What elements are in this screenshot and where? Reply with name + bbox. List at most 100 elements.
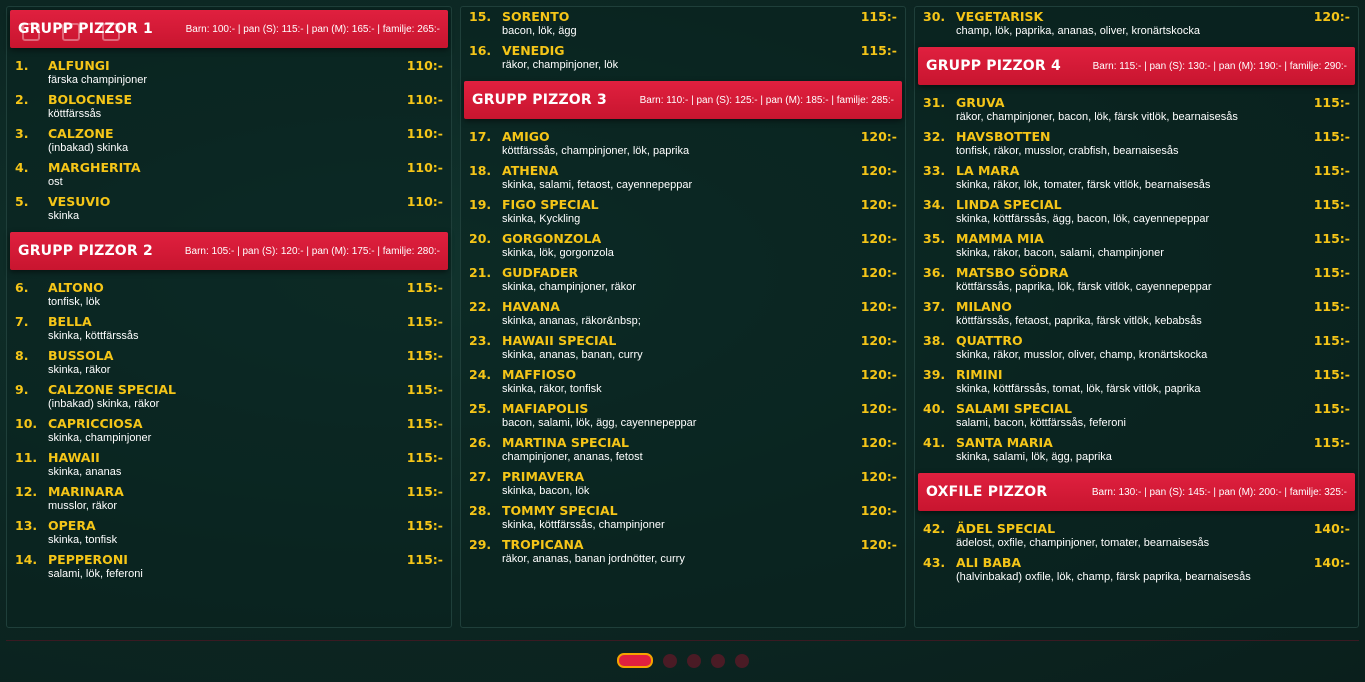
item-ingredients: skinka, räkor, tonfisk [502,383,602,395]
menu-item[interactable]: 43. ALI BABA (halvinbakad) oxfile, lök, ch… [915,553,1358,587]
item-number: 37. [923,299,946,314]
menu-item[interactable]: 37. MILANO köttfärssås, fetaost, paprika, … [915,297,1358,331]
item-name: FIGO SPECIAL [502,197,599,212]
add-icon[interactable] [22,23,40,41]
page-dot[interactable] [616,653,653,668]
menu-item[interactable]: 36. MATSBO SÖDRA köttfärssås, paprika, lök… [915,263,1358,297]
menu-item[interactable]: 7. BELLA skinka, köttfärssås 115:- [7,312,451,346]
footer-divider [6,640,1359,641]
menu-item[interactable]: 20. GORGONZOLA skinka, lök, gorgonzola 120:… [461,229,905,263]
menu-item[interactable]: 35. MAMMA MIA skinka, räkor, bacon, salami… [915,229,1358,263]
menu-item[interactable]: 22. HAVANA skinka, ananas, räkor&nbsp; 120:… [461,297,905,331]
section-size-prices: Barn: 105:- | pan (S): 120:- | pan (M): … [184,245,440,257]
menu-item[interactable]: 17. AMIGO köttfärssås, champinjoner, lök, … [461,127,905,161]
item-price: 120:- [860,435,897,450]
item-ingredients: skinka, Kyckling [502,213,581,225]
item-name: MAFFIOSO [502,367,577,382]
menu-item[interactable]: 42. ÄDEL SPECIAL ädelost, oxfile, champinj… [915,519,1358,553]
item-number: 25. [469,401,492,416]
menu-item[interactable]: 10. CAPRICCIOSA skinka, champinjoner 115:- [7,414,451,448]
menu-item[interactable]: 1. ALFUNGI färska champinjoner 110:- [7,56,451,90]
page-dot[interactable] [734,653,749,668]
page-dot[interactable] [662,653,677,668]
menu-item[interactable]: 38. QUATTRO skinka, räkor, musslor, oliver… [915,331,1358,365]
menu-item[interactable]: 28. TOMMY SPECIAL skinka, köttfärssås, cha… [461,501,905,535]
menu-item[interactable]: 24. MAFFIOSO skinka, räkor, tonfisk 120:- [461,365,905,399]
menu-item[interactable]: 19. FIGO SPECIAL skinka, Kyckling 120:- [461,195,905,229]
menu-item[interactable]: 26. MARTINA SPECIAL champinjoner, ananas, … [461,433,905,467]
menu-board: GRUPP PIZZOR 1 Barn: 100:- | pan (S): 115… [0,0,1365,682]
item-ingredients: köttfärssås, champinjoner, lök, paprika [502,145,690,157]
menu-item[interactable]: 8. BUSSOLA skinka, räkor 115:- [7,346,451,380]
item-name: LINDA SPECIAL [956,197,1062,212]
item-ingredients: skinka, köttfärssås, tomat, lök, färsk v… [956,383,1201,395]
menu-item[interactable]: 16. VENEDIG räkor, champinjoner, lök 115:- [461,41,905,75]
menu-item[interactable]: 34. LINDA SPECIAL skinka, köttfärssås, ägg… [915,195,1358,229]
item-price: 110:- [406,92,443,107]
menu-item[interactable]: 23. HAWAII SPECIAL skinka, ananas, banan, … [461,331,905,365]
menu-item[interactable]: 9. CALZONE SPECIAL (inbakad) skinka, räkor… [7,380,451,414]
menu-item[interactable]: 12. MARINARA musslor, räkor 115:- [7,482,451,516]
item-name: AMIGO [502,129,550,144]
overlay-controls[interactable] [22,23,120,41]
item-price: 120:- [860,503,897,518]
pause-icon[interactable] [62,23,80,41]
item-name: HAWAII [48,450,100,465]
item-ingredients: ost [48,176,63,188]
menu-item[interactable]: 11. HAWAII skinka, ananas 115:- [7,448,451,482]
menu-item[interactable]: 2. BOLOCNESE köttfärssås 110:- [7,90,451,124]
menu-item[interactable]: 27. PRIMAVERA skinka, bacon, lök 120:- [461,467,905,501]
item-ingredients: bacon, salami, lök, ägg, cayennepeppar [502,417,697,429]
page-dot[interactable] [686,653,701,668]
menu-item[interactable]: 4. MARGHERITA ost 110:- [7,158,451,192]
item-price: 120:- [860,469,897,484]
menu-item[interactable]: 5. VESUVIO skinka 110:- [7,192,451,226]
item-price: 120:- [1313,9,1350,24]
menu-item[interactable]: 33. LA MARA skinka, räkor, lök, tomater, f… [915,161,1358,195]
page-dot[interactable] [710,653,725,668]
item-name: GRUVA [956,95,1005,110]
expand-icon[interactable] [102,23,120,41]
menu-item[interactable]: 39. RIMINI skinka, köttfärssås, tomat, lök… [915,365,1358,399]
menu-item[interactable]: 15. SORENTO bacon, lök, ägg 115:- [461,7,905,41]
menu-item[interactable]: 25. MAFIAPOLIS bacon, salami, lök, ägg, ca… [461,399,905,433]
item-ingredients: skinka, bacon, lök [502,485,590,497]
item-name: HAVANA [502,299,560,314]
item-ingredients: champinjoner, ananas, fetost [502,451,643,463]
item-name: VENEDIG [502,43,565,58]
item-ingredients: salami, bacon, köttfärssås, feferoni [956,417,1126,429]
menu-item[interactable]: 40. SALAMI SPECIAL salami, bacon, köttfärs… [915,399,1358,433]
menu-item[interactable]: 6. ALTONO tonfisk, lök 115:- [7,278,451,312]
item-number: 1. [15,58,29,73]
item-price: 115:- [406,382,443,397]
item-price: 120:- [860,401,897,416]
item-ingredients: skinka, champinjoner, räkor [502,281,636,293]
item-number: 30. [923,9,946,24]
menu-item[interactable]: 41. SANTA MARIA skinka, salami, lök, ägg, … [915,433,1358,467]
section-size-prices: Barn: 100:- | pan (S): 115:- | pan (M): … [185,23,440,35]
item-ingredients: (inbakad) skinka [48,142,129,154]
item-price: 115:- [1313,367,1350,382]
menu-item[interactable]: 3. CALZONE (inbakad) skinka 110:- [7,124,451,158]
item-price: 115:- [860,43,897,58]
pagination-dots[interactable] [0,653,1365,668]
section-header: GRUPP PIZZOR 3 Barn: 110:- | pan (S): 125… [464,81,902,119]
item-ingredients: skinka, köttfärssås [48,330,139,342]
item-ingredients: (halvinbakad) oxfile, lök, champ, färsk … [956,571,1251,583]
menu-item[interactable]: 21. GUDFADER skinka, champinjoner, räkor 12… [461,263,905,297]
item-number: 39. [923,367,946,382]
item-number: 9. [15,382,29,397]
menu-item[interactable]: 31. GRUVA räkor, champinjoner, bacon, lök,… [915,93,1358,127]
item-name: CALZONE [48,126,114,141]
item-number: 32. [923,129,946,144]
menu-item[interactable]: 32. HAVSBOTTEN tonfisk, räkor, musslor, cr… [915,127,1358,161]
section-header: OXFILE PIZZOR Barn: 130:- | pan (S): 145:… [918,473,1355,511]
menu-item[interactable]: 29. TROPICANA räkor, ananas, banan jordnöt… [461,535,905,569]
section-header: GRUPP PIZZOR 2 Barn: 105:- | pan (S): 120… [10,232,448,270]
menu-item[interactable]: 18. ATHENA skinka, salami, fetaost, cayenn… [461,161,905,195]
item-price: 110:- [406,126,443,141]
menu-item[interactable]: 14. PEPPERONI salami, lök, feferoni 115:- [7,550,451,584]
menu-item[interactable]: 30. VEGETARISK champ, lök, paprika, ananas… [915,7,1358,41]
menu-item[interactable]: 13. OPERA skinka, tonfisk 115:- [7,516,451,550]
item-name: TROPICANA [502,537,584,552]
